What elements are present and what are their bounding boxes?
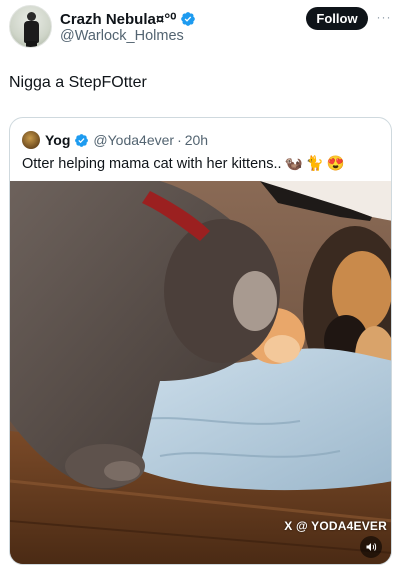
quoted-video-media[interactable]: X @ YODA4EVER [10, 181, 391, 564]
cat-emoji-icon: 🐈 [305, 156, 324, 172]
quoted-tweet-text: Otter helping mama cat with her kittens.… [22, 155, 345, 173]
quoted-timestamp[interactable]: 20h [185, 132, 208, 148]
quoted-tweet-card[interactable]: Yog @Yoda4ever · 20h Otter helping mama … [9, 117, 392, 565]
author-display-name[interactable]: Crazh Nebula¤°⁰ [60, 10, 176, 28]
speaker-icon [366, 543, 377, 551]
sound-toggle-button[interactable] [360, 536, 382, 558]
quoted-separator: · [177, 132, 182, 148]
more-options-icon[interactable]: ··· [374, 9, 394, 25]
otter-emoji-icon: 🦦 [284, 156, 303, 172]
tweet-header: Crazh Nebula¤°⁰ @Warlock_Holmes Follow ·… [0, 0, 400, 60]
video-frame [10, 181, 391, 564]
heart-eyes-emoji-icon: 😍 [326, 156, 345, 172]
avatar-figure-body [24, 21, 39, 43]
quoted-verified-badge-icon [75, 133, 89, 147]
author-avatar[interactable] [9, 5, 52, 48]
quoted-tweet-header: Yog @Yoda4ever · 20h [22, 130, 208, 150]
quoted-author-display-name[interactable]: Yog [45, 132, 70, 148]
video-watermark: X @ YODA4EVER [284, 519, 387, 533]
author-handle[interactable]: @Warlock_Holmes [60, 28, 184, 44]
avatar-figure-legs [26, 41, 37, 47]
follow-button[interactable]: Follow [306, 7, 368, 30]
author-name-row[interactable]: Crazh Nebula¤°⁰ [60, 9, 196, 29]
quoted-author-handle[interactable]: @Yoda4ever [93, 132, 174, 148]
avatar-figure-head [27, 12, 36, 21]
quoted-author-avatar[interactable] [22, 131, 40, 149]
tweet-text: Nigga a StepFOtter [9, 74, 147, 91]
quoted-tweet-text-body: Otter helping mama cat with her kittens.… [22, 155, 282, 172]
verified-badge-icon [181, 12, 196, 26]
